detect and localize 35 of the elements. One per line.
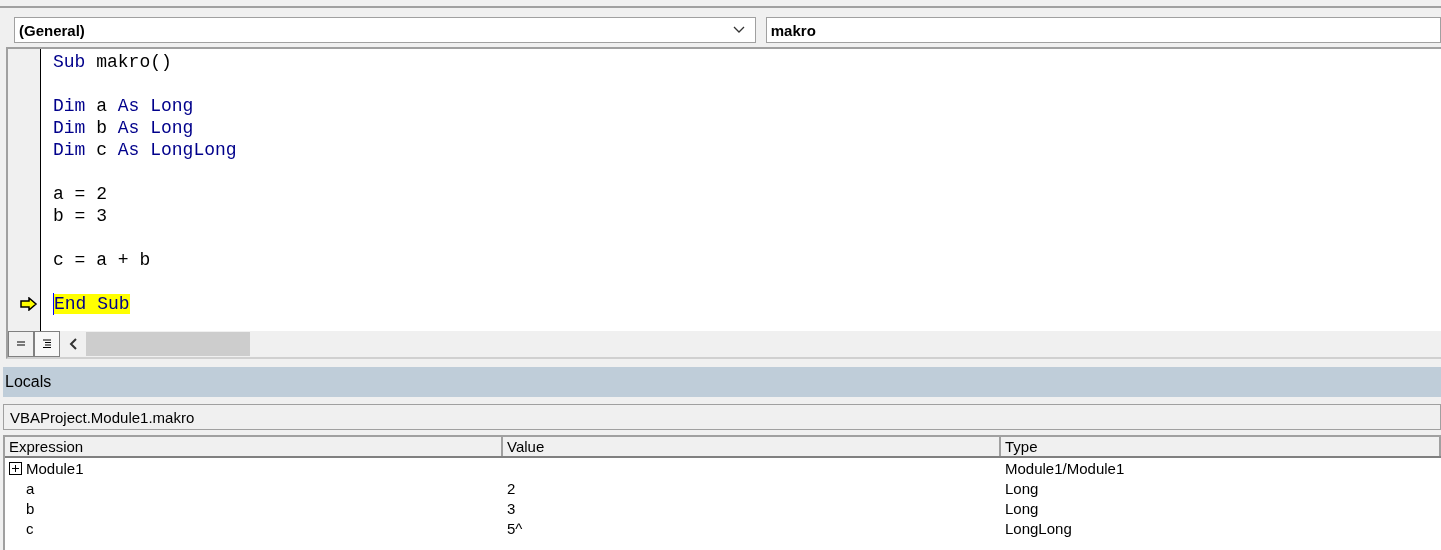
value-text: 5^: [507, 519, 523, 537]
code-line: Dim c As LongLong: [53, 139, 237, 161]
lines-icon: [16, 341, 26, 347]
code-line: b = 3: [53, 205, 107, 227]
expression-text: b: [26, 499, 35, 517]
expression-text: c: [26, 519, 34, 537]
code-line: Sub makro(): [53, 51, 172, 73]
type-text: Long: [1005, 499, 1039, 517]
code-line: Dim a As Long: [53, 95, 194, 117]
locals-title-bar: Locals: [3, 367, 1441, 397]
scrollbar-thumb[interactable]: [86, 332, 250, 356]
code-line: Dim b As Long: [53, 117, 194, 139]
expression-text: a: [26, 479, 35, 497]
expand-icon[interactable]: [9, 461, 22, 475]
full-module-view-button[interactable]: [34, 331, 60, 357]
context-field: VBAProject.Module1.makro: [3, 404, 1441, 430]
procedure-view-button[interactable]: [8, 331, 34, 357]
code-line: a = 2: [53, 183, 107, 205]
procedure-dropdown[interactable]: makro: [765, 17, 1441, 43]
value-text: 2: [507, 479, 516, 497]
expression-text: Module1: [26, 459, 84, 477]
type-text: LongLong: [1005, 519, 1072, 537]
lines-icon: [42, 339, 52, 349]
column-header[interactable]: Value: [503, 437, 1001, 456]
chevron-left-icon: [69, 338, 77, 350]
chevron-down-icon: [732, 26, 745, 34]
type-text: Module1/Module1: [1005, 459, 1125, 477]
text-cursor: [53, 293, 54, 315]
execution-arrow-icon: [20, 297, 38, 311]
object-dropdown[interactable]: (General): [14, 17, 756, 43]
value-text: 3: [507, 499, 516, 517]
column-header[interactable]: Type: [1001, 437, 1441, 456]
type-text: Long: [1005, 479, 1039, 497]
code-line: c = a + b: [53, 249, 151, 271]
column-header[interactable]: Expression: [5, 437, 503, 456]
